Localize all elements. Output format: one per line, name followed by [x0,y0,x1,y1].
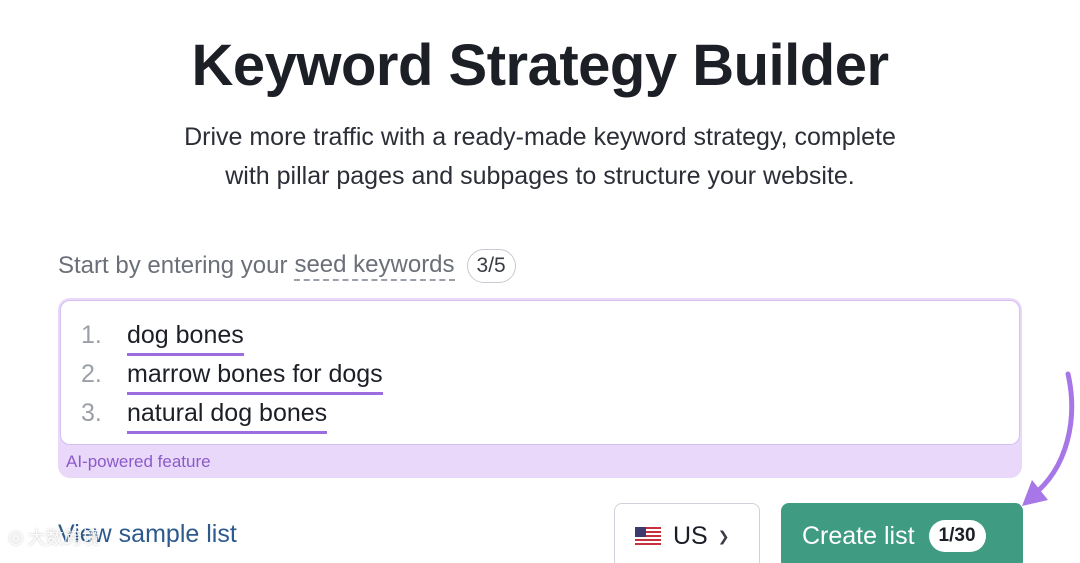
keyword-line: 2. marrow bones for dogs [81,360,383,396]
keyword-number: 1. [81,321,102,349]
keyword-line: 3. natural dog bones [81,399,328,435]
keyword-input-field[interactable]: 1. dog bones 2. marrow bones for dogs 3.… [60,300,1020,445]
prompt-text: Start by entering your [58,252,288,279]
ai-powered-label: AI-powered feature [66,452,211,471]
keyword-text[interactable]: marrow bones for dogs [127,360,383,395]
page-subtitle: Drive more traffic with a ready-made key… [0,118,1080,196]
keyword-number: 3. [81,399,102,427]
us-flag-icon [635,527,661,545]
keyword-line: 1. dog bones [81,321,244,357]
keyword-text[interactable]: natural dog bones [127,399,328,434]
country-select[interactable]: US ❯ [614,503,760,563]
seed-keywords-tooltip-link[interactable]: seed keywords [294,251,455,281]
page-title: Keyword Strategy Builder [191,33,889,98]
watermark-text: 大数跨境 [27,528,100,548]
subtitle-line-1: Drive more traffic with a ready-made key… [184,123,896,151]
keyword-input-container: 1. dog bones 2. marrow bones for dogs 3.… [58,298,1022,478]
country-label: US [673,521,708,550]
keyword-number: 2. [81,360,102,388]
seed-keywords-prompt: Start by entering your seed keywords 3/5 [58,248,516,284]
create-list-label: Create list [802,521,915,550]
create-list-button[interactable]: Create list 1/30 [781,503,1023,563]
chevron-down-icon: ❯ [717,527,730,544]
subtitle-line-2: with pillar pages and subpages to struct… [225,162,855,190]
keyword-count-badge: 3/5 [466,249,516,283]
pointer-arrow-icon [1022,371,1075,506]
watermark: ◎ 大数跨境 [8,524,100,550]
watermark-logo-icon: ◎ [8,526,24,547]
keyword-strategy-builder-page: Keyword Strategy Builder Drive more traf… [0,0,1080,563]
list-limit-badge: 1/30 [928,520,986,552]
keyword-text[interactable]: dog bones [127,321,244,356]
